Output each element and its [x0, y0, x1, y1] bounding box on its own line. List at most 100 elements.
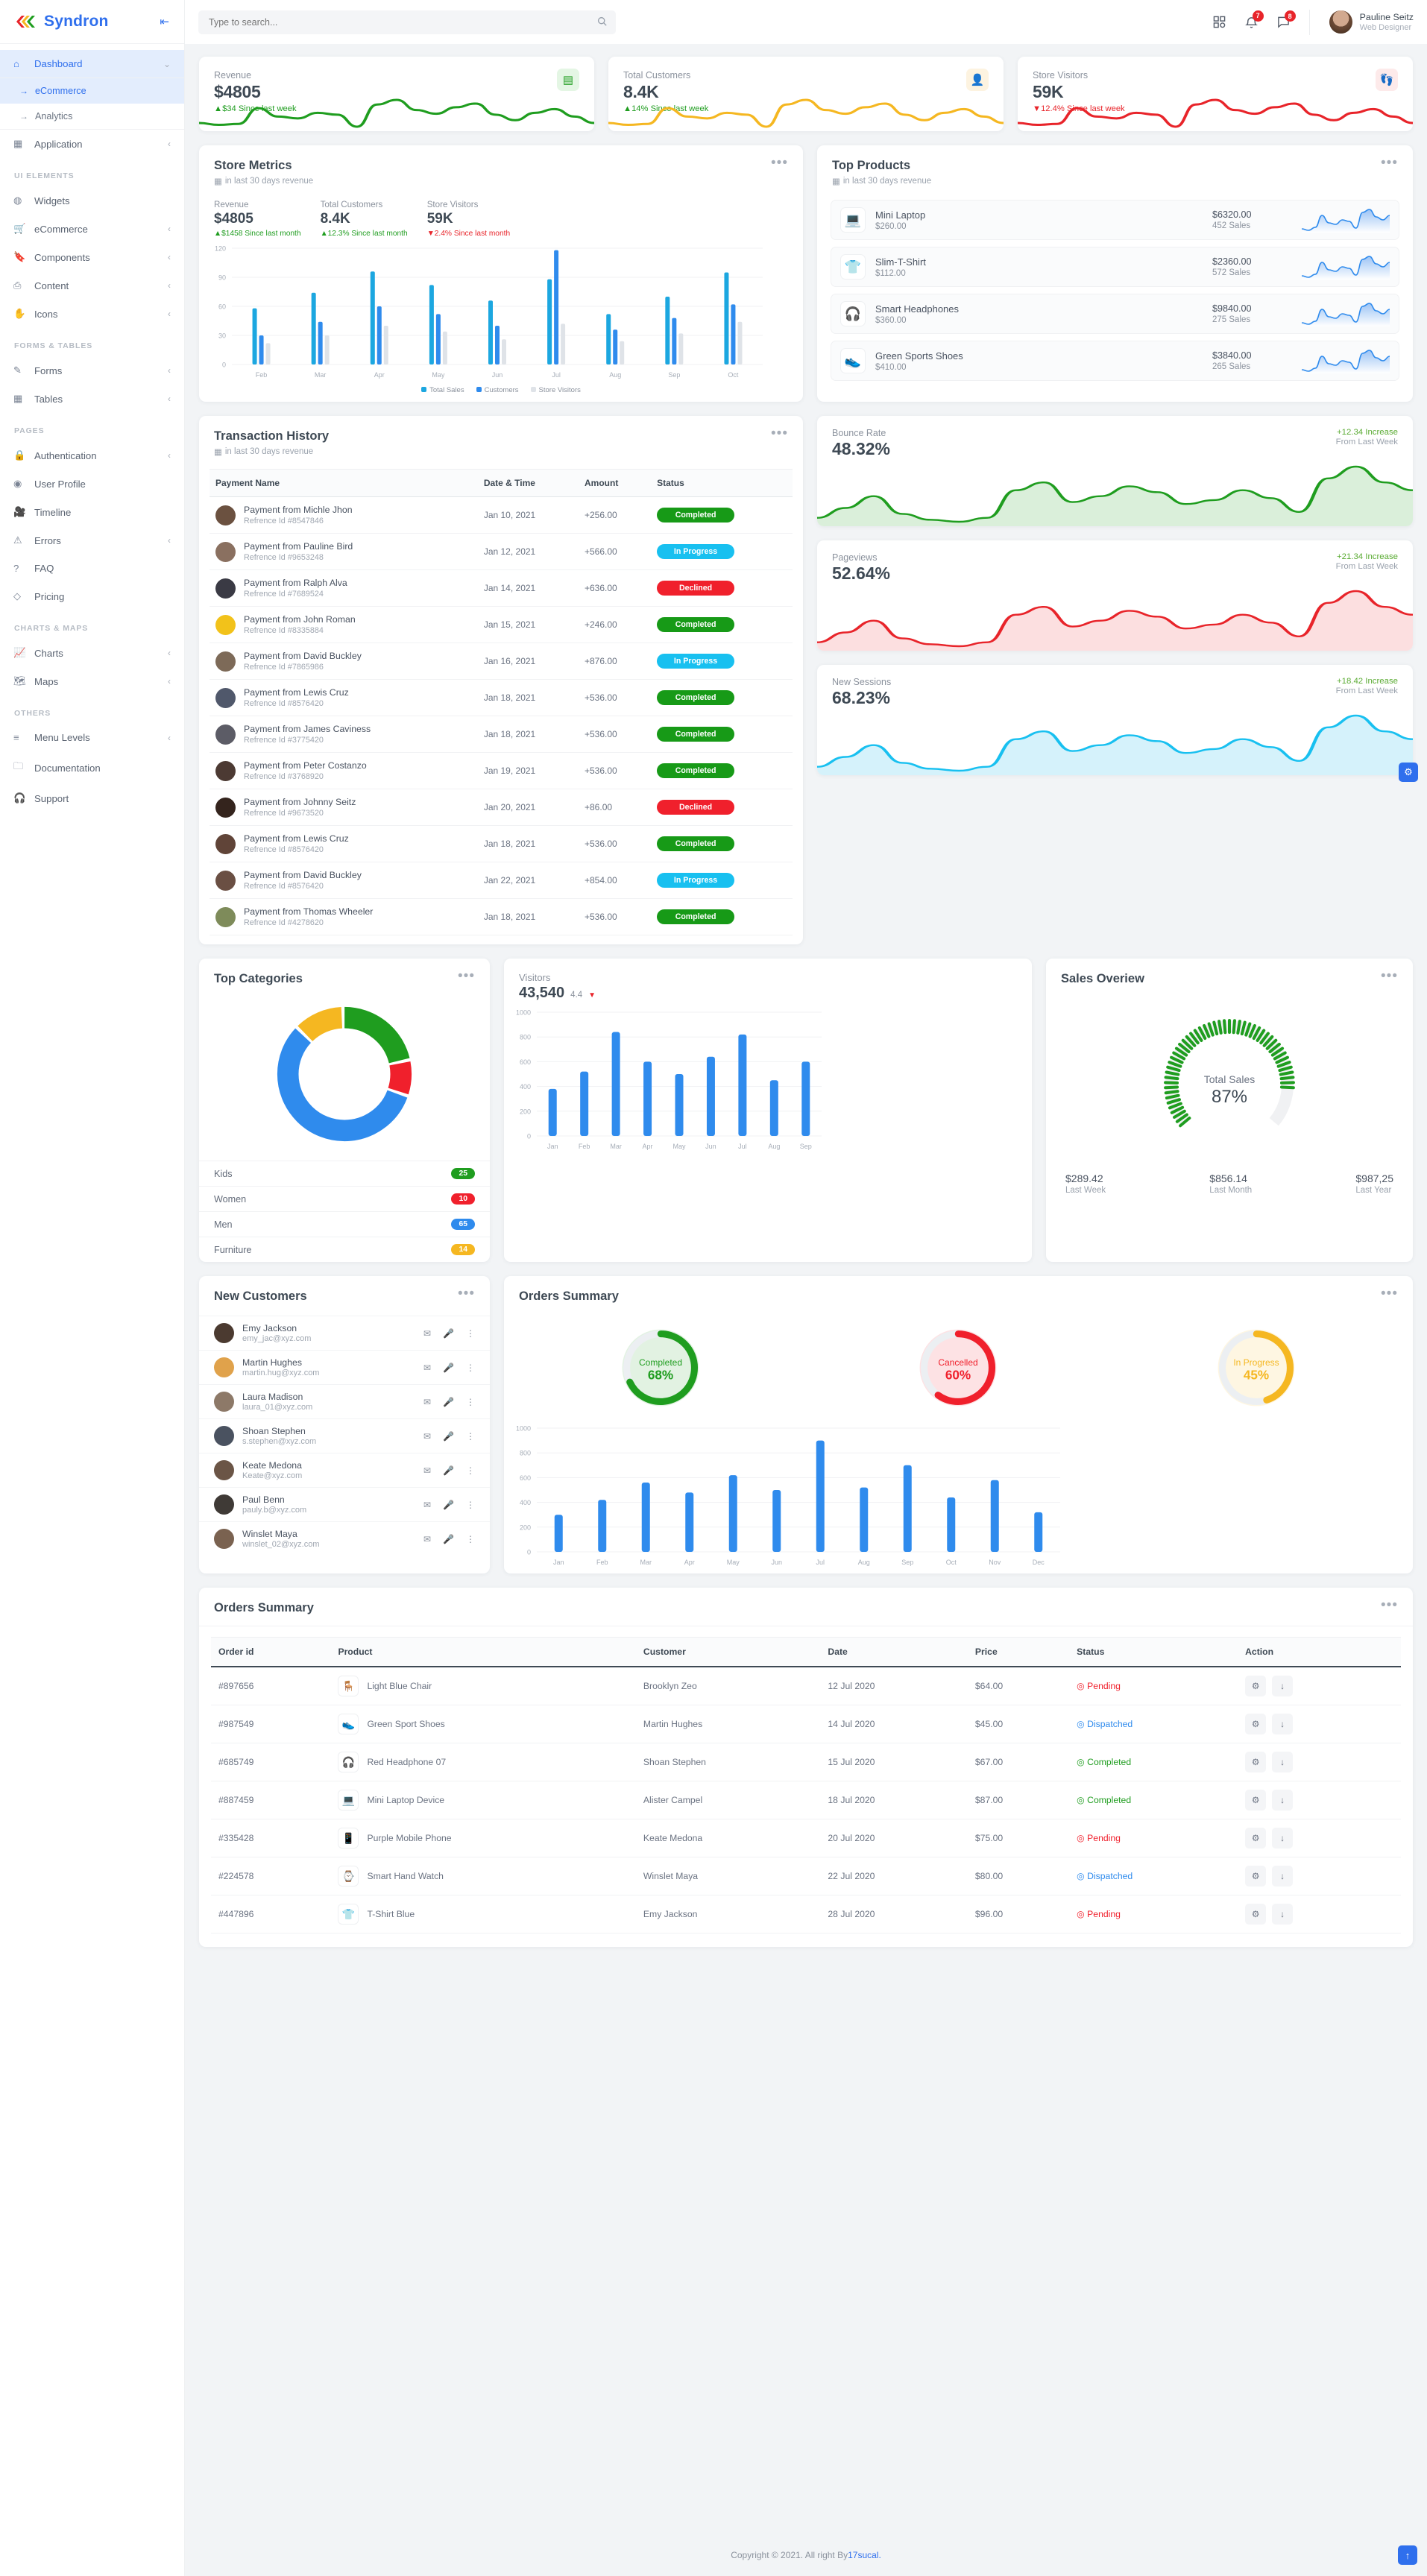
search-box[interactable] — [198, 10, 616, 34]
sidebar-item-authentication[interactable]: 🔒 Authentication ‹ — [0, 441, 184, 470]
settings-icon[interactable]: ⚙ — [1245, 1714, 1267, 1734]
list-item[interactable]: Winslet Maya winslet_02@xyz.com ✉ 🎤 ⋮ — [199, 1521, 490, 1556]
more-vertical-icon[interactable]: ⋮ — [466, 1363, 475, 1373]
table-row[interactable]: Payment from John Roman Refrence Id #8335… — [210, 606, 793, 643]
sidebar-item-components[interactable]: 🔖 Components ‹ — [0, 243, 184, 271]
sidebar-item-menu-levels[interactable]: ≡ Menu Levels ‹ — [0, 724, 184, 751]
list-item[interactable]: Martin Hughes martin.hug@xyz.com ✉ 🎤 ⋮ — [199, 1350, 490, 1384]
top-products-menu[interactable]: ••• — [1381, 156, 1398, 170]
sidebar-item-faq[interactable]: ? FAQ — [0, 555, 184, 582]
product-row[interactable]: 💻 Mini Laptop $260.00 $6320.00 452 Sales — [831, 200, 1399, 240]
download-icon[interactable]: ↓ — [1272, 1828, 1294, 1849]
table-row[interactable]: Payment from Pauline Bird Refrence Id #96… — [210, 533, 793, 570]
mic-icon[interactable]: 🎤 — [443, 1328, 454, 1339]
sidebar-subitem-analytics[interactable]: → Analytics — [0, 104, 184, 129]
settings-icon[interactable]: ⚙ — [1245, 1866, 1267, 1887]
mail-icon[interactable]: ✉ — [423, 1465, 431, 1476]
sidebar-item-support[interactable]: 🎧 Support — [0, 784, 184, 812]
table-row[interactable]: #685749 🎧 Red Headphone 07 Shoan Stephen 15 … — [211, 1743, 1401, 1781]
more-vertical-icon[interactable]: ⋮ — [466, 1534, 475, 1544]
mail-icon[interactable]: ✉ — [423, 1431, 431, 1442]
mail-icon[interactable]: ✉ — [423, 1328, 431, 1339]
table-row[interactable]: #335428 📱 Purple Mobile Phone Keate Medona 2… — [211, 1819, 1401, 1857]
sidebar-item-application[interactable]: ▦ Application ‹ — [0, 130, 184, 158]
download-icon[interactable]: ↓ — [1272, 1752, 1294, 1772]
table-row[interactable]: Payment from Lewis Cruz Refrence Id #8576… — [210, 679, 793, 716]
list-item[interactable]: Keate Medona Keate@xyz.com ✉ 🎤 ⋮ — [199, 1453, 490, 1487]
footer-link[interactable]: 17sucal. — [848, 2550, 881, 2560]
more-vertical-icon[interactable]: ⋮ — [466, 1465, 475, 1476]
settings-icon[interactable]: ⚙ — [1245, 1828, 1267, 1849]
settings-icon[interactable]: ⚙ — [1245, 1904, 1267, 1925]
table-row[interactable]: #987549 👟 Green Sport Shoes Martin Hughes 14… — [211, 1705, 1401, 1743]
list-item[interactable]: Emy Jackson emy_jac@xyz.com ✉ 🎤 ⋮ — [199, 1316, 490, 1350]
grid-apps-icon[interactable] — [1213, 16, 1226, 28]
download-icon[interactable]: ↓ — [1272, 1714, 1294, 1734]
sidebar-item-pricing[interactable]: ◇ Pricing — [0, 582, 184, 610]
mail-icon[interactable]: ✉ — [423, 1500, 431, 1510]
sidebar-item-documentation[interactable]: 🗀 Documentation — [0, 751, 184, 784]
sidebar-item-widgets[interactable]: ◍ Widgets — [0, 186, 184, 215]
orders-table-menu[interactable]: ••• — [1381, 1598, 1398, 1612]
settings-icon[interactable]: ⚙ — [1245, 1790, 1267, 1811]
download-icon[interactable]: ↓ — [1272, 1676, 1294, 1696]
mail-icon[interactable]: ✉ — [423, 1534, 431, 1544]
sidebar-item-user-profile[interactable]: ◉ User Profile — [0, 470, 184, 498]
download-icon[interactable]: ↓ — [1272, 1866, 1294, 1887]
sidebar-item-dashboard[interactable]: ⌂ Dashboard ⌄ — [0, 50, 184, 78]
more-vertical-icon[interactable]: ⋮ — [466, 1431, 475, 1442]
sidebar-item-forms[interactable]: ✎ Forms ‹ — [0, 356, 184, 385]
transaction-history-menu[interactable]: ••• — [771, 426, 788, 441]
mic-icon[interactable]: 🎤 — [443, 1431, 454, 1442]
more-vertical-icon[interactable]: ⋮ — [466, 1328, 475, 1339]
sidebar-item-timeline[interactable]: 🎥 Timeline — [0, 498, 184, 526]
list-item[interactable]: Laura Madison laura_01@xyz.com ✉ 🎤 ⋮ — [199, 1384, 490, 1418]
user-profile[interactable]: Pauline Seitz Web Designer — [1329, 10, 1414, 34]
table-row[interactable]: Payment from Johnny Seitz Refrence Id #96… — [210, 789, 793, 826]
table-row[interactable]: Payment from Lewis Cruz Refrence Id #8576… — [210, 825, 793, 862]
table-row[interactable]: #887459 💻 Mini Laptop Device Alister Campel… — [211, 1781, 1401, 1819]
mic-icon[interactable]: 🎤 — [443, 1363, 454, 1373]
sidebar-item-charts[interactable]: 📈 Charts ‹ — [0, 639, 184, 667]
download-icon[interactable]: ↓ — [1272, 1790, 1294, 1811]
search-icon[interactable] — [597, 16, 607, 28]
store-metrics-menu[interactable]: ••• — [771, 156, 788, 170]
table-row[interactable]: #447896 👕 T-Shirt Blue Emy Jackson 28 Jul 20… — [211, 1895, 1401, 1933]
sales-overview-menu[interactable]: ••• — [1381, 969, 1398, 983]
table-row[interactable]: Payment from Thomas Wheeler Refrence Id #… — [210, 898, 793, 935]
sidebar-item-content[interactable]: ⎙ Content ‹ — [0, 271, 184, 300]
table-row[interactable]: #897656 🪑 Light Blue Chair Brooklyn Zeo 12 J… — [211, 1667, 1401, 1705]
scroll-top-button[interactable]: ↑ — [1398, 2545, 1417, 2565]
product-row[interactable]: 👟 Green Sports Shoes $410.00 $3840.00 265 Sa… — [831, 341, 1399, 381]
product-row[interactable]: 🎧 Smart Headphones $360.00 $9840.00 275 Sale… — [831, 294, 1399, 334]
sidebar-subitem-ecommerce[interactable]: → eCommerce — [0, 78, 184, 104]
settings-icon[interactable]: ⚙ — [1245, 1752, 1267, 1772]
mic-icon[interactable]: 🎤 — [443, 1534, 454, 1544]
sidebar-collapse-icon[interactable]: ⇤ — [160, 15, 169, 28]
notification-bell-icon[interactable]: 7 — [1244, 10, 1264, 29]
top-categories-menu[interactable]: ••• — [458, 969, 475, 983]
mic-icon[interactable]: 🎤 — [443, 1500, 454, 1510]
settings-icon[interactable]: ⚙ — [1245, 1676, 1267, 1696]
settings-fab[interactable]: ⚙ — [1399, 763, 1418, 782]
sidebar-item-errors[interactable]: ⚠ Errors ‹ — [0, 526, 184, 555]
download-icon[interactable]: ↓ — [1272, 1904, 1294, 1925]
mic-icon[interactable]: 🎤 — [443, 1465, 454, 1476]
new-customers-menu[interactable]: ••• — [458, 1287, 475, 1301]
table-row[interactable]: #224578 ⌚ Smart Hand Watch Winslet Maya 22 J… — [211, 1857, 1401, 1895]
mic-icon[interactable]: 🎤 — [443, 1397, 454, 1407]
table-row[interactable]: Payment from James Caviness Refrence Id #… — [210, 716, 793, 753]
more-vertical-icon[interactable]: ⋮ — [466, 1500, 475, 1510]
sidebar-item-icons[interactable]: ✋ Icons ‹ — [0, 300, 184, 328]
mail-icon[interactable]: ✉ — [423, 1363, 431, 1373]
list-item[interactable]: Paul Benn pauly.b@xyz.com ✉ 🎤 ⋮ — [199, 1487, 490, 1521]
table-row[interactable]: Payment from Michle Jhon Refrence Id #854… — [210, 496, 793, 534]
mail-icon[interactable]: ✉ — [423, 1397, 431, 1407]
table-row[interactable]: Payment from Ralph Alva Refrence Id #7689… — [210, 569, 793, 607]
table-row[interactable]: Payment from David Buckley Refrence Id #8… — [210, 862, 793, 899]
product-row[interactable]: 👕 Slim-T-Shirt $112.00 $2360.00 572 Sales — [831, 247, 1399, 287]
search-input[interactable] — [209, 16, 605, 28]
message-icon[interactable]: 8 — [1277, 10, 1296, 28]
table-row[interactable]: Payment from David Buckley Refrence Id #7… — [210, 643, 793, 680]
orders-summary-donut-menu[interactable]: ••• — [1381, 1287, 1398, 1301]
